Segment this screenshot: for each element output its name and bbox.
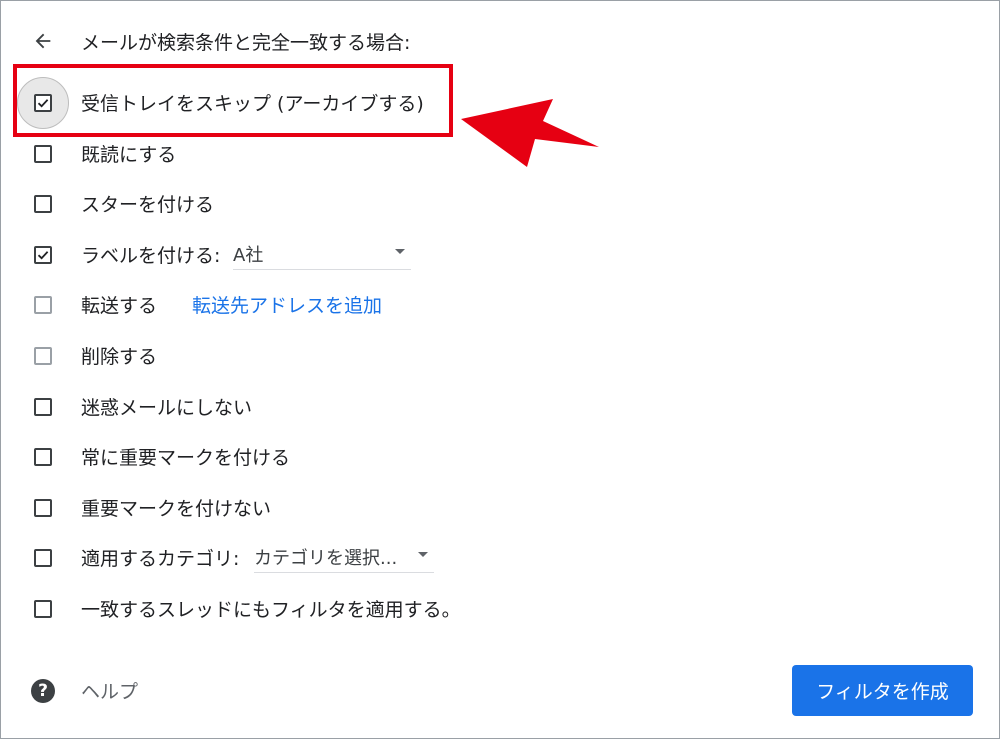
category-select-value: カテゴリを選択... xyxy=(254,548,398,569)
action-category[interactable]: 適用するカテゴリ: カテゴリを選択... xyxy=(1,538,701,578)
action-delete[interactable]: 削除する xyxy=(1,336,701,376)
back-button[interactable] xyxy=(31,29,55,53)
action-label: ラベルを付ける: xyxy=(81,245,221,267)
checkbox-always-important[interactable] xyxy=(34,448,52,466)
action-never-spam[interactable]: 迷惑メールにしない xyxy=(1,387,701,427)
checkmark-icon xyxy=(37,251,49,260)
action-label: 削除する xyxy=(81,346,158,368)
action-label: 転送する xyxy=(81,295,158,317)
action-forward[interactable]: 転送する 転送先アドレスを追加 xyxy=(1,285,701,325)
category-select[interactable]: カテゴリを選択... xyxy=(254,538,434,573)
help-circle-icon: ? xyxy=(31,678,55,703)
action-never-important[interactable]: 重要マークを付けない xyxy=(1,488,701,528)
checkbox-category[interactable] xyxy=(34,549,52,567)
arrow-left-icon xyxy=(35,33,51,49)
highlight-box xyxy=(13,64,453,137)
action-label: スターを付ける xyxy=(81,194,215,216)
dialog-header: メールが検索条件と完全一致する場合: xyxy=(31,25,410,57)
chevron-down-icon xyxy=(395,249,405,254)
action-always-important[interactable]: 常に重要マークを付ける xyxy=(1,437,701,477)
red-arrow-icon xyxy=(461,99,599,167)
checkbox-forward[interactable] xyxy=(34,296,52,314)
action-star[interactable]: スターを付ける xyxy=(1,184,701,224)
action-label: 一致するスレッドにもフィルタを適用する。 xyxy=(81,599,461,621)
label-select-value: A社 xyxy=(233,245,264,266)
action-label: 常に重要マークを付ける xyxy=(81,447,291,469)
checkbox-apply-label[interactable] xyxy=(34,246,52,264)
action-label: 迷惑メールにしない xyxy=(81,397,253,419)
action-label: 既読にする xyxy=(81,144,177,166)
action-apply-to-threads[interactable]: 一致するスレッドにもフィルタを適用する。 xyxy=(1,589,701,629)
help-label: ヘルプ xyxy=(81,681,139,703)
filter-dialog: メールが検索条件と完全一致する場合: 受信トレイをスキップ (アーカイブする) … xyxy=(0,0,1000,739)
action-apply-label[interactable]: ラベルを付ける: A社 xyxy=(1,235,701,275)
checkbox-apply-to-threads[interactable] xyxy=(34,600,52,618)
label-select[interactable]: A社 xyxy=(233,235,411,270)
checkbox-delete[interactable] xyxy=(34,347,52,365)
checkbox-mark-read[interactable] xyxy=(34,145,52,163)
action-label: 重要マークを付けない xyxy=(81,498,272,520)
action-label: 適用するカテゴリ: xyxy=(81,548,240,570)
add-forwarding-address-link[interactable]: 転送先アドレスを追加 xyxy=(192,291,382,318)
checkbox-never-spam[interactable] xyxy=(34,398,52,416)
checkbox-never-important[interactable] xyxy=(34,499,52,517)
header-title: メールが検索条件と完全一致する場合: xyxy=(81,32,411,54)
checkbox-star[interactable] xyxy=(34,195,52,213)
create-filter-button[interactable]: フィルタを作成 xyxy=(792,665,973,716)
chevron-down-icon xyxy=(418,552,428,557)
help-link[interactable]: ? ヘルプ xyxy=(31,677,138,704)
